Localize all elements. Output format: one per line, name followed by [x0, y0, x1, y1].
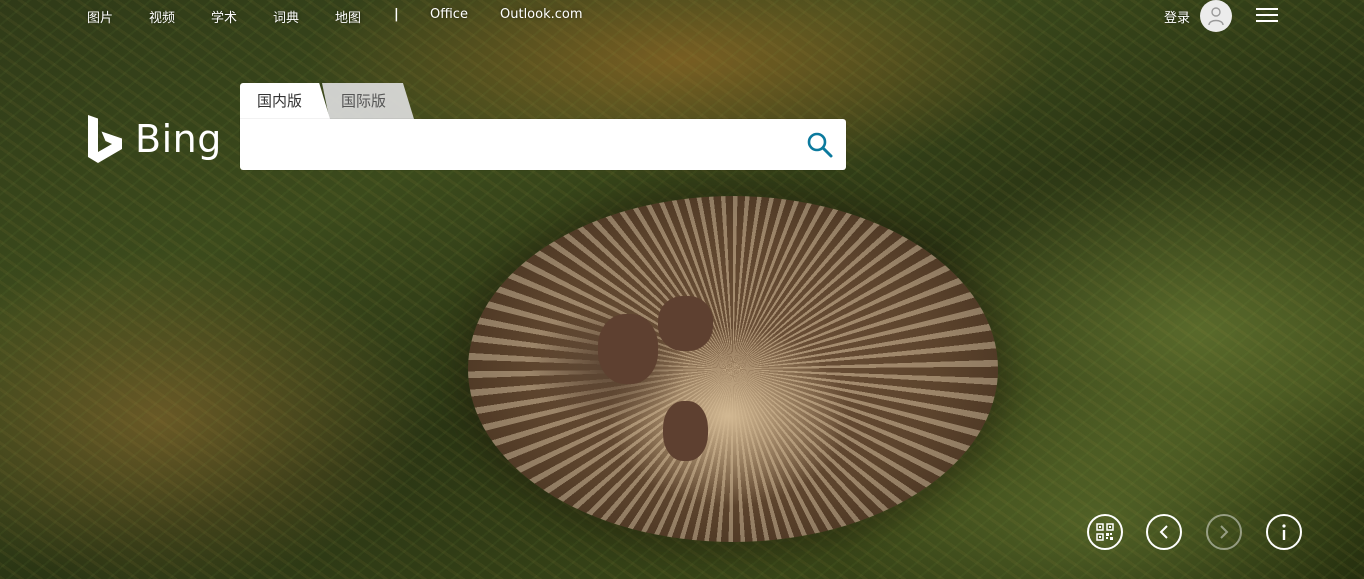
- nav-link-videos[interactable]: 视频: [149, 7, 175, 26]
- nav-link-academic[interactable]: 学术: [211, 7, 237, 26]
- bing-logo-icon: [88, 115, 122, 163]
- chevron-left-icon: [1159, 525, 1168, 539]
- qr-code-icon: [1096, 523, 1114, 541]
- user-icon: [1208, 7, 1224, 26]
- login-link[interactable]: 登录: [1164, 7, 1190, 26]
- hedgehog-paw: [658, 296, 713, 351]
- search-icon: [807, 132, 833, 158]
- next-image-button[interactable]: [1206, 514, 1242, 550]
- background-hedgehog: [468, 196, 998, 542]
- nav-link-images[interactable]: 图片: [87, 7, 113, 26]
- nav-link-outlook[interactable]: Outlook.com: [500, 7, 583, 22]
- nav-link-office[interactable]: Office: [430, 7, 468, 22]
- bing-logo[interactable]: Bing: [87, 114, 222, 164]
- nav-link-maps[interactable]: 地图: [335, 7, 361, 26]
- nav-link-dictionary[interactable]: 词典: [273, 7, 299, 26]
- search-input[interactable]: [252, 129, 796, 161]
- tab-domestic[interactable]: 国内版: [240, 83, 330, 119]
- previous-image-button[interactable]: [1146, 514, 1182, 550]
- search-box: [240, 119, 846, 170]
- hedgehog-paw: [598, 314, 658, 384]
- search-button[interactable]: [804, 129, 836, 161]
- nav-separator: |: [394, 7, 399, 22]
- qr-code-button[interactable]: [1087, 514, 1123, 550]
- info-icon: [1282, 524, 1286, 540]
- chevron-right-icon: [1220, 525, 1229, 539]
- homepage: 图片 视频 学术 词典 地图 | Office Outlook.com 登录 B…: [0, 0, 1364, 579]
- hedgehog-paw: [663, 401, 708, 461]
- tab-international[interactable]: 国际版: [322, 83, 414, 119]
- hamburger-menu-icon[interactable]: [1256, 8, 1278, 24]
- image-info-button[interactable]: [1266, 514, 1302, 550]
- bing-logo-text: Bing: [135, 117, 222, 161]
- user-avatar[interactable]: [1200, 0, 1232, 32]
